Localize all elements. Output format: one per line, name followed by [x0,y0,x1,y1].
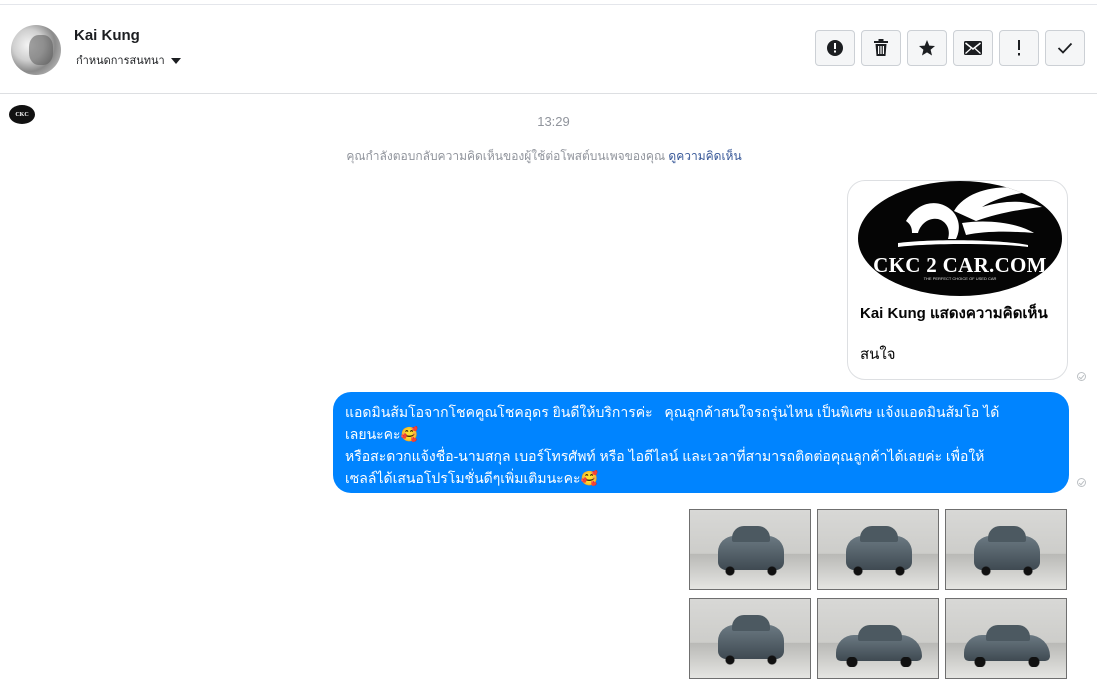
view-comment-link[interactable]: ดูความคิดเห็น [668,149,741,163]
reply-line: เลยนะคะ🥰 [345,426,418,442]
contact-avatar[interactable] [11,25,61,75]
seen-status-icon [1077,372,1086,381]
conversation-settings-dropdown[interactable]: กำหนดการสนทนา [76,51,181,69]
car-rear-image [718,615,784,665]
car-photo[interactable] [817,509,939,590]
logo-tagline: THE PERFECT CHOICE OF USED CAR [923,276,997,281]
message-timestamp: 13:29 [537,114,570,129]
delete-button[interactable] [861,30,901,66]
car-front-three-quarter-image [846,526,912,576]
mark-unread-button[interactable] [953,30,993,66]
car-front-image [718,526,784,576]
car-photo[interactable] [689,509,811,590]
car-photo[interactable] [689,598,811,679]
comment-card-body: สนใจ [860,346,896,363]
follow-up-button[interactable] [999,30,1039,66]
car-rear-three-quarter-image [974,526,1040,576]
exclamation-icon [1018,40,1020,56]
alert-circle-icon [827,40,843,56]
car-side-image [836,625,922,667]
envelope-icon [964,41,982,55]
star-button[interactable] [907,30,947,66]
reply-line: หรือสะดวกแจ้งชื่อ-นามสกุล เบอร์โทรศัพท์ … [345,448,985,464]
trash-icon [874,39,888,56]
mark-done-button[interactable] [1045,30,1085,66]
car-side-front-image [964,625,1050,667]
system-message-text: คุณกำลังตอบกลับความคิดเห็นของผู้ใช้ต่อโพ… [346,149,666,163]
comment-card-title: Kai Kung แสดงความคิดเห็น [860,305,1048,322]
reply-line: เซลล์ได้เสนอโปรโมชั่นดีๆเพิ่มเติมนะคะ🥰 [345,470,598,486]
check-icon [1057,42,1073,54]
pegasus-icon [898,187,1042,247]
system-message: คุณกำลังตอบกลับความคิดเห็นของผู้ใช้ต่อโพ… [0,147,1088,166]
logo-brand-text: CKC 2 CAR.COM [873,253,1047,277]
car-photo[interactable] [817,598,939,679]
reply-line: แอดมินส้มโอจากโชคคูณโชคอุดร ยินดีให้บริก… [345,404,1000,420]
header-actions [815,30,1085,66]
conversation-header: Kai Kung กำหนดการสนทนา [0,5,1097,94]
contact-name[interactable]: Kai Kung [74,27,140,44]
reply-message-bubble[interactable]: แอดมินส้มโอจากโชคคูณโชคอุดร ยินดีให้บริก… [333,392,1069,493]
car-photo[interactable] [945,509,1067,590]
conversation-settings-label: กำหนดการสนทนา [76,55,165,67]
mark-spam-button[interactable] [815,30,855,66]
ckc-logo-image: CKC 2 CAR.COM THE PERFECT CHOICE OF USED… [858,181,1062,296]
chevron-down-icon [170,57,181,64]
comment-card[interactable]: CKC 2 CAR.COM THE PERFECT CHOICE OF USED… [847,180,1068,380]
star-icon [919,40,935,56]
car-photo[interactable] [945,598,1067,679]
seen-status-icon [1077,478,1086,487]
